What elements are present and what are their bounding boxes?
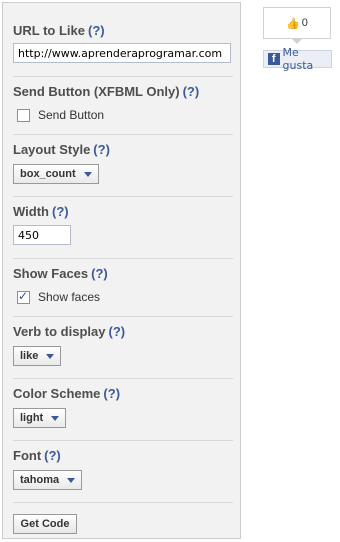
url-help-link[interactable]: (?) bbox=[88, 23, 105, 38]
send-button-checkbox-label: Send Button bbox=[38, 108, 105, 122]
thumbs-up-icon: 👍 bbox=[286, 17, 300, 30]
get-code-button[interactable]: Get Code bbox=[13, 514, 77, 534]
verb-section: Verb to display (?) like bbox=[13, 316, 233, 379]
like-button-label: Me gusta bbox=[282, 46, 314, 72]
width-label-text: Width bbox=[13, 204, 49, 219]
layout-style-value: box_count bbox=[20, 168, 76, 180]
width-help-link[interactable]: (?) bbox=[52, 204, 69, 219]
color-scheme-value: light bbox=[20, 412, 44, 424]
layout-style-select[interactable]: box_count bbox=[13, 164, 99, 184]
chevron-down-icon bbox=[51, 415, 60, 421]
show-faces-label-text: Show Faces bbox=[13, 266, 89, 281]
show-faces-checkbox[interactable]: ✓ bbox=[17, 288, 30, 304]
like-count: 0 bbox=[301, 17, 308, 29]
chevron-down-icon bbox=[83, 171, 92, 177]
font-select[interactable]: tahoma bbox=[13, 470, 83, 490]
layout-style-help-link[interactable]: (?) bbox=[93, 142, 110, 157]
show-faces-section: Show Faces (?) ✓ Show faces bbox=[13, 258, 233, 317]
width-section: Width (?) bbox=[13, 196, 233, 259]
send-button-section: Send Button (XFBML Only) (?) Send Button bbox=[13, 76, 233, 135]
verb-label: Verb to display (?) bbox=[13, 324, 125, 339]
get-code-section: Get Code bbox=[13, 502, 233, 538]
font-value: tahoma bbox=[20, 474, 60, 486]
show-faces-help-link[interactable]: (?) bbox=[91, 266, 108, 281]
layout-style-section: Layout Style (?) box_count bbox=[13, 134, 233, 197]
color-scheme-label-text: Color Scheme bbox=[13, 386, 101, 401]
check-icon: ✓ bbox=[18, 288, 29, 303]
settings-panel: URL to Like(?) Send Button (XFBML Only)(… bbox=[2, 2, 241, 539]
font-section: Font (?) tahoma bbox=[13, 440, 233, 503]
verb-label-text: Verb to display bbox=[13, 324, 106, 339]
like-count-box: 👍 0 bbox=[263, 7, 331, 39]
send-button-label-text: Send Button (XFBML Only) bbox=[13, 84, 180, 99]
send-button-help-link[interactable]: (?) bbox=[183, 84, 200, 99]
send-button-row: Send Button bbox=[17, 108, 104, 122]
chevron-down-icon bbox=[46, 353, 55, 359]
count-box-pointer bbox=[292, 39, 302, 44]
facebook-logo-icon: f bbox=[268, 53, 280, 65]
url-label-text: URL to Like bbox=[13, 23, 85, 38]
get-code-label: Get Code bbox=[20, 518, 70, 530]
show-faces-label: Show Faces (?) bbox=[13, 266, 108, 281]
show-faces-checkbox-label: Show faces bbox=[38, 290, 101, 304]
show-faces-row: ✓ Show faces bbox=[17, 288, 101, 304]
width-input[interactable] bbox=[13, 225, 71, 245]
send-button-label: Send Button (XFBML Only) (?) bbox=[13, 84, 199, 99]
verb-help-link[interactable]: (?) bbox=[108, 324, 125, 339]
layout-style-label: Layout Style (?) bbox=[13, 142, 110, 157]
font-help-link[interactable]: (?) bbox=[44, 448, 61, 463]
send-button-checkbox[interactable] bbox=[17, 108, 30, 122]
like-button[interactable]: f Me gusta bbox=[263, 46, 332, 72]
color-scheme-select[interactable]: light bbox=[13, 408, 67, 428]
chevron-down-icon bbox=[67, 477, 76, 483]
font-label: Font (?) bbox=[13, 448, 61, 463]
font-label-text: Font bbox=[13, 448, 42, 463]
verb-value: like bbox=[20, 350, 39, 362]
layout-style-label-text: Layout Style bbox=[13, 142, 91, 157]
url-input[interactable] bbox=[13, 43, 231, 63]
verb-select[interactable]: like bbox=[13, 346, 62, 366]
color-scheme-section: Color Scheme (?) light bbox=[13, 378, 233, 441]
url-section: URL to Like (?) bbox=[13, 3, 233, 77]
color-scheme-label: Color Scheme (?) bbox=[13, 386, 120, 401]
color-scheme-help-link[interactable]: (?) bbox=[103, 386, 120, 401]
url-label: URL to Like (?) bbox=[13, 23, 105, 38]
width-label: Width (?) bbox=[13, 204, 69, 219]
